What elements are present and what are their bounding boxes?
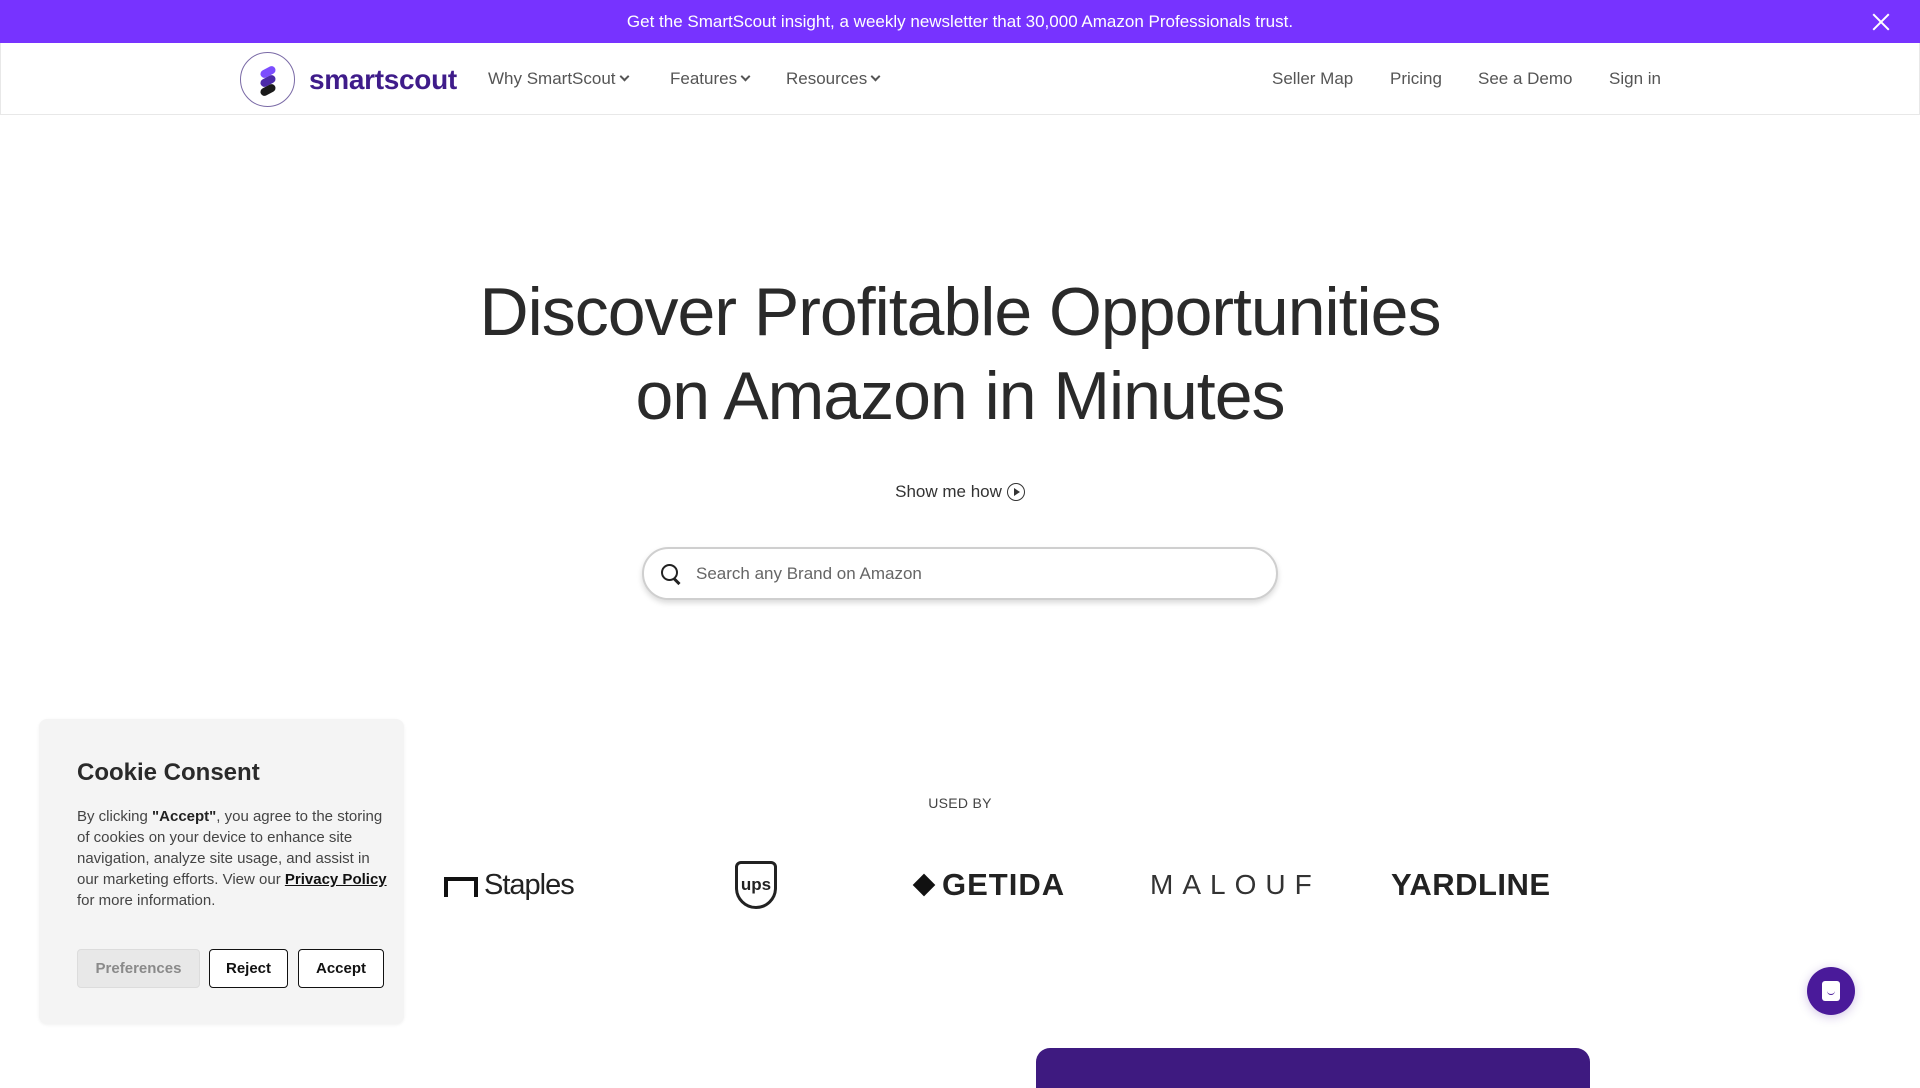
staples-mark-icon [444, 877, 478, 897]
brand-name: smartscout [309, 63, 457, 95]
nav-see-a-demo[interactable]: See a Demo [1478, 69, 1573, 89]
getida-logo: GETIDA [912, 860, 1066, 910]
show-me-how-label: Show me how [895, 482, 1002, 501]
yardline-logo: YARDLINE [1391, 860, 1551, 910]
play-circle-icon [1006, 483, 1025, 501]
chat-icon [1822, 981, 1840, 1001]
nav-pricing[interactable]: Pricing [1390, 69, 1442, 89]
getida-wordmark: GETIDA [942, 867, 1066, 902]
announcement-banner: Get the SmartScout insight, a weekly new… [0, 0, 1920, 43]
banner-text[interactable]: Get the SmartScout insight, a weekly new… [627, 12, 1293, 32]
chevron-down-icon [870, 71, 881, 82]
hero-heading-line2: on Amazon in Minutes [635, 358, 1285, 434]
nav-link-label: Why SmartScout [488, 69, 616, 88]
cookie-text-bold: "Accept" [152, 808, 217, 825]
cookie-text-pre: By clicking [77, 808, 153, 825]
yardline-wordmark: YARDLINE [1391, 867, 1551, 902]
nav-resources[interactable]: Resources [786, 69, 881, 89]
hero-heading-line1: Discover Profitable Opportunities [479, 274, 1441, 350]
chat-launcher-button[interactable] [1807, 967, 1855, 1015]
reject-button[interactable]: Reject [209, 949, 288, 988]
ups-logo: ups [735, 860, 777, 910]
malouf-logo: MALOUF [1150, 860, 1321, 910]
cookie-text: By clicking "Accept", you agree to the s… [77, 806, 387, 911]
accept-button[interactable]: Accept [298, 949, 384, 988]
nav-seller-map[interactable]: Seller Map [1272, 69, 1353, 89]
brand-logo[interactable]: smartscout [240, 52, 457, 107]
cookie-title: Cookie Consent [77, 759, 260, 786]
cookie-text-post: for more information. [77, 892, 216, 909]
cookie-consent-dialog: Cookie Consent By clicking "Accept", you… [39, 719, 404, 1024]
top-navigation: smartscout Why SmartScout Features Resou… [0, 43, 1920, 115]
brand-search-input[interactable] [696, 563, 1256, 584]
chevron-down-icon [619, 71, 629, 82]
chevron-down-icon [740, 71, 751, 82]
search-icon [660, 563, 682, 585]
hero-heading: Discover Profitable Opportunities on Ama… [0, 270, 1920, 438]
staples-logo: Staples [444, 860, 575, 910]
nav-link-label: Features [670, 69, 738, 88]
privacy-policy-link[interactable]: Privacy Policy [285, 871, 387, 888]
getida-mark-icon [912, 873, 936, 897]
staples-wordmark: Staples [484, 868, 575, 901]
nav-link-label: Resources [786, 69, 868, 88]
preferences-button[interactable]: Preferences [77, 949, 200, 988]
show-me-how-link[interactable]: Show me how [0, 482, 1920, 502]
nav-features[interactable]: Features [670, 69, 751, 89]
ups-shield: ups [735, 861, 777, 909]
malouf-wordmark: MALOUF [1150, 869, 1321, 900]
purple-section-card [1036, 1048, 1590, 1088]
nav-why-smartscout[interactable]: Why SmartScout [488, 69, 629, 89]
nav-sign-in[interactable]: Sign in [1609, 69, 1661, 89]
close-icon[interactable] [1870, 11, 1892, 33]
brand-search-box[interactable] [642, 547, 1278, 600]
logo-mark-icon [240, 52, 295, 107]
